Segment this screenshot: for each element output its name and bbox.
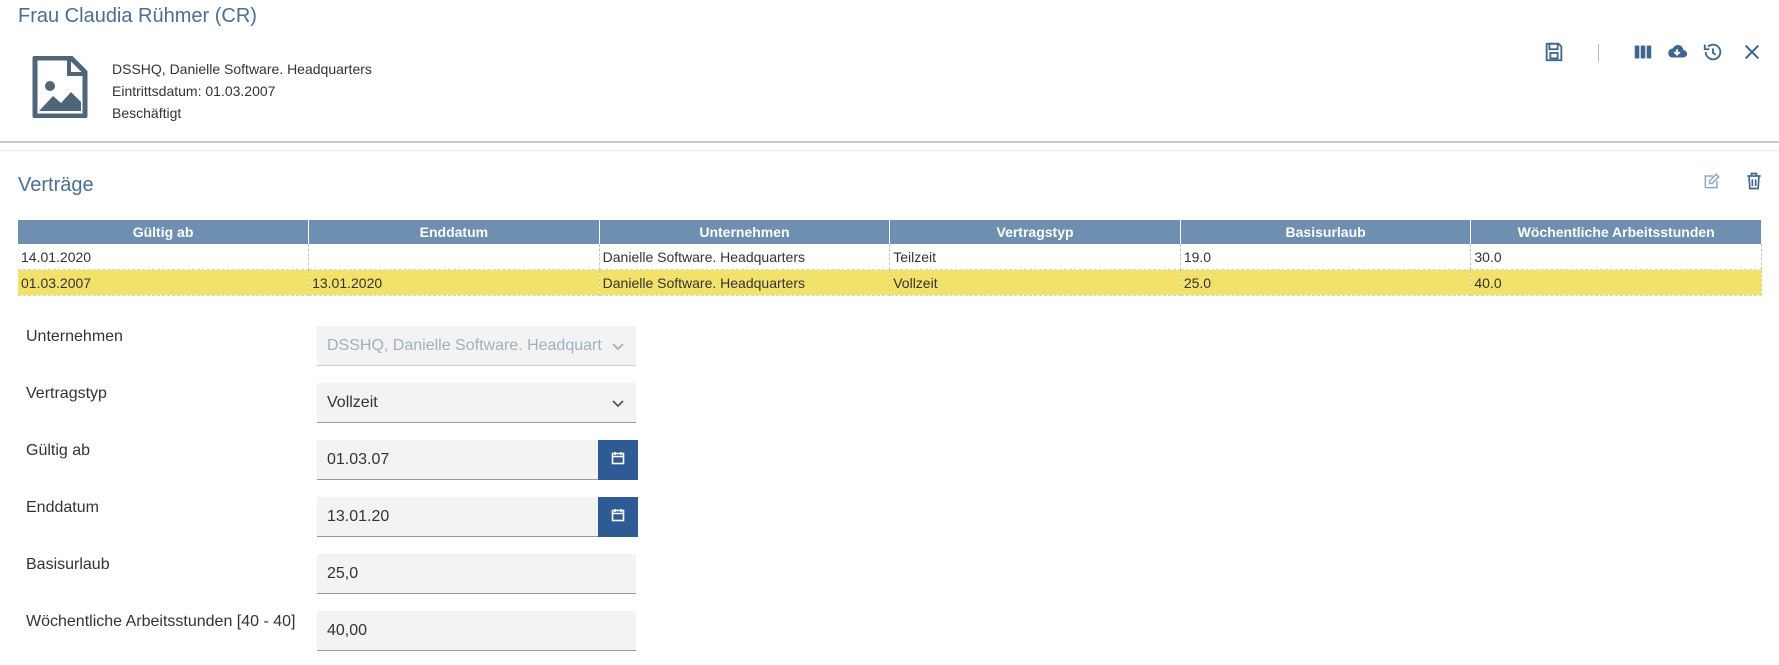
wochenstunden-value: 40,00 (327, 621, 368, 639)
gueltig-ab-input[interactable]: 01.03.07 (317, 440, 598, 480)
history-icon[interactable] (1702, 41, 1724, 63)
column-header[interactable]: Vertragstyp (889, 220, 1181, 244)
trash-icon[interactable] (1744, 171, 1764, 191)
table-header-row: Gültig ab Enddatum Unternehmen Vertragst… (18, 220, 1762, 244)
gueltig-ab-value: 01.03.07 (327, 450, 390, 468)
enddatum-calendar-button[interactable] (598, 497, 638, 537)
company-text: DSSHQ, Danielle Software. Headquarters (112, 61, 372, 77)
column-header[interactable]: Enddatum (308, 220, 600, 244)
table-cell (308, 244, 600, 270)
status-text: Beschäftigt (112, 105, 182, 121)
table-cell: 13.01.2020 (308, 269, 600, 296)
enddatum-input[interactable]: 13.01.20 (317, 497, 598, 537)
gueltig-ab-calendar-button[interactable] (598, 440, 638, 480)
enddatum-label: Enddatum (26, 499, 99, 516)
table-cell: Danielle Software. Headquarters (599, 244, 891, 270)
contracts-table: Gültig ab Enddatum Unternehmen Vertragst… (18, 220, 1762, 296)
edit-icon[interactable] (1702, 171, 1722, 191)
unternehmen-value: DSSHQ, Danielle Software. Headquarters (327, 336, 602, 354)
chevron-down-icon (610, 338, 626, 354)
column-header[interactable]: Wöchentliche Arbeitsstunden (1470, 220, 1762, 244)
toolbar-separator (1598, 44, 1599, 62)
unternehmen-select: DSSHQ, Danielle Software. Headquarters (317, 326, 636, 366)
wochenstunden-input[interactable]: 40,00 (317, 611, 636, 651)
column-header[interactable]: Basisurlaub (1180, 220, 1472, 244)
cloud-download-icon[interactable] (1666, 41, 1688, 63)
table-cell: 30.0 (1470, 244, 1762, 270)
basisurlaub-value: 25,0 (327, 564, 359, 582)
column-header[interactable]: Unternehmen (599, 220, 891, 244)
employee-meta: DSSHQ, Danielle Software. Headquarters E… (112, 58, 372, 124)
close-icon[interactable] (1741, 41, 1763, 63)
unternehmen-label: Unternehmen (26, 328, 123, 345)
save-icon[interactable] (1543, 41, 1565, 63)
section-title: Verträge (18, 174, 94, 196)
basisurlaub-input[interactable]: 25,0 (317, 554, 636, 594)
image-placeholder-icon (31, 55, 89, 119)
table-row[interactable]: 14.01.2020 Danielle Software. Headquarte… (18, 244, 1762, 270)
table-cell: 19.0 (1180, 244, 1472, 270)
header-divider (0, 141, 1779, 143)
table-cell: Vollzeit (889, 269, 1181, 296)
gueltig-ab-label: Gültig ab (26, 442, 91, 459)
enddatum-value: 13.01.20 (327, 507, 390, 525)
calendar-icon (611, 508, 625, 527)
page-title: Frau Claudia Rühmer (CR) (18, 5, 257, 27)
table-cell: 40.0 (1470, 269, 1762, 296)
table-row-selected[interactable]: 01.03.2007 13.01.2020 Danielle Software.… (18, 269, 1762, 296)
table-cell: 01.03.2007 (18, 269, 310, 296)
chevron-down-icon (610, 395, 626, 411)
wochenstunden-label: Wöchentliche Arbeitsstunden [40 - 40] (26, 613, 296, 630)
vertragstyp-label: Vertragstyp (26, 385, 107, 402)
vertragstyp-select[interactable]: Vollzeit (317, 383, 636, 423)
table-cell: Danielle Software. Headquarters (599, 269, 891, 296)
calendar-icon (611, 451, 625, 470)
column-header[interactable]: Gültig ab (18, 220, 310, 244)
table-cell: Teilzeit (889, 244, 1181, 270)
columns-icon[interactable] (1632, 41, 1654, 63)
vertragstyp-value: Vollzeit (327, 393, 378, 411)
header-divider-light (0, 150, 1779, 151)
table-cell: 14.01.2020 (18, 244, 310, 270)
table-cell: 25.0 (1180, 269, 1472, 296)
basisurlaub-label: Basisurlaub (26, 556, 110, 573)
entry-date-text: Eintrittsdatum: 01.03.2007 (112, 83, 276, 99)
